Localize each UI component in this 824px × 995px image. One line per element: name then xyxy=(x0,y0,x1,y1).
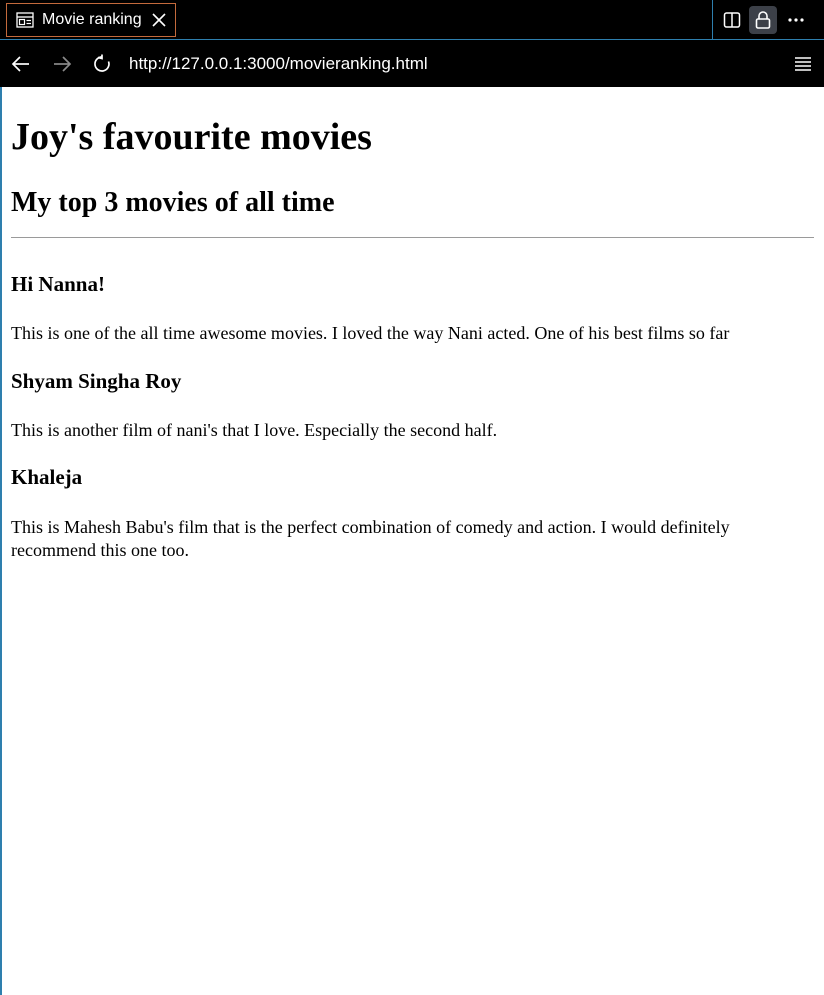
movie-description: This is one of the all time awesome movi… xyxy=(11,323,730,343)
address-bar[interactable]: http://127.0.0.1:3000/movieranking.html xyxy=(129,52,428,76)
movie-title: Shyam Singha Roy xyxy=(11,369,182,393)
page-title: Joy's favourite movies xyxy=(11,116,372,158)
movie-title: Khaleja xyxy=(11,465,83,489)
movie-description: This is another film of nani's that I lo… xyxy=(11,420,498,440)
movie-description: This is Mahesh Babu's film that is the p… xyxy=(11,517,730,560)
back-icon[interactable] xyxy=(7,50,35,78)
lock-icon[interactable] xyxy=(749,6,777,34)
tab-title: Movie ranking xyxy=(42,11,142,28)
more-icon[interactable] xyxy=(782,6,810,34)
forward-icon[interactable] xyxy=(48,50,76,78)
title-bar: Movie ranking xyxy=(0,0,824,40)
page-subtitle: My top 3 movies of all time xyxy=(11,187,335,218)
window-edge xyxy=(0,40,2,995)
close-icon[interactable] xyxy=(149,10,169,30)
navigation-bar: http://127.0.0.1:3000/movieranking.html xyxy=(0,40,824,87)
menu-icon[interactable] xyxy=(789,50,817,78)
page-icon xyxy=(16,12,34,28)
browser-tab[interactable]: Movie ranking xyxy=(6,3,176,37)
reload-icon[interactable] xyxy=(88,50,116,78)
split-view-icon[interactable] xyxy=(718,6,746,34)
titlebar-divider xyxy=(712,0,713,40)
divider xyxy=(11,237,814,238)
movie-title: Hi Nanna! xyxy=(11,272,105,296)
